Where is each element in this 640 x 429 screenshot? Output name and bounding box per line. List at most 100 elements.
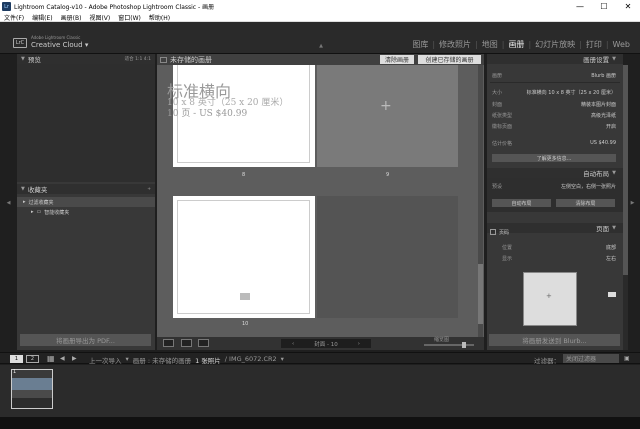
filmstrip (0, 365, 640, 417)
logo-page-value: 开启 (605, 124, 616, 130)
add-photo-icon: + (546, 292, 552, 300)
size-row[interactable]: 大小 标准横向 10 x 8 英寸（25 x 20 厘米） (492, 89, 616, 96)
thumbnail-number: 1 (13, 369, 17, 375)
display-label: 显示 (502, 256, 513, 262)
folder-icon: ▭ (36, 209, 42, 215)
module-map[interactable]: 地图 (478, 39, 502, 50)
menu-book[interactable]: 画册(B) (57, 13, 86, 22)
collections-panel-header[interactable]: ▼ 收藏夹 + (17, 184, 155, 194)
module-book[interactable]: 画册 (504, 39, 528, 50)
cover-row[interactable]: 封面 精装本图片封面 (492, 101, 616, 108)
page-number-label: 页码 (499, 230, 510, 236)
maximize-button[interactable]: ☐ (592, 0, 616, 13)
multi-page-view-icon[interactable] (163, 339, 174, 347)
paper-type-label: 纸张类型 (492, 113, 513, 119)
forward-arrow-icon[interactable]: ▶ (72, 355, 77, 362)
export-pdf-button[interactable]: 将画册导出为 PDF... (20, 334, 151, 346)
brand-name: Creative Cloud (31, 41, 83, 49)
primary-display-button[interactable]: 1 (10, 355, 23, 363)
preset-value: 左侧空白，右侧一张照片 (560, 184, 616, 190)
collapse-triangle-icon: ▼ (612, 225, 616, 231)
prev-page-icon[interactable]: ‹ (292, 341, 294, 347)
auto-layout-header[interactable]: 自动布局 ▼ (487, 168, 623, 178)
zoom-options[interactable]: 适合 1:1 4:1 (125, 56, 151, 62)
page-navigator[interactable]: ‹ 封面 - 10 › (281, 339, 371, 348)
filmstrip-thumbnail[interactable] (11, 369, 53, 409)
brand-line-2[interactable]: Creative Cloud ▾ (31, 41, 88, 49)
collections-title: 收藏夹 (27, 186, 48, 194)
preview-panel-header[interactable]: ▼ 预览 适合 1:1 4:1 (17, 54, 155, 64)
clear-book-button[interactable]: 清除画册 (380, 55, 414, 64)
book-icon (160, 57, 167, 63)
module-web[interactable]: Web (609, 40, 634, 49)
collapse-triangle-icon: ▼ (21, 186, 25, 192)
module-print[interactable]: 打印 (582, 39, 606, 50)
lock-icon[interactable]: ▣ (624, 355, 630, 362)
logo-page-row[interactable]: 徽标页面 开启 (492, 123, 616, 130)
minimize-button[interactable]: — (568, 0, 592, 13)
menu-window[interactable]: 窗口(W) (114, 13, 145, 22)
top-panel-toggle-icon[interactable]: ▲ (316, 43, 326, 49)
preview-area (17, 64, 155, 182)
cover-label: 封面 (492, 102, 503, 108)
lightroom-app-icon: Lr (2, 2, 11, 11)
lrc-logo: LrC (13, 38, 27, 48)
module-library[interactable]: 图库 (408, 39, 432, 50)
menu-file[interactable]: 文件(F) (0, 13, 28, 22)
menu-edit[interactable]: 编辑(E) (28, 13, 56, 22)
page-nav-label: 封面 - 10 (314, 341, 338, 348)
filter-dropdown[interactable]: 关闭过滤器 (563, 354, 619, 363)
menu-help[interactable]: 帮助(H) (145, 13, 174, 22)
book-page-9[interactable] (317, 65, 458, 167)
single-page-view-icon[interactable] (198, 339, 209, 347)
right-panel-toggle-icon[interactable]: ▶ (630, 198, 635, 208)
thumbnail-size-slider[interactable] (424, 344, 474, 346)
auto-layout-button[interactable]: 自动布局 (492, 199, 551, 207)
module-develop[interactable]: 修改照片 (435, 39, 475, 50)
display-row[interactable]: 显示 左右 (492, 255, 616, 262)
page-number-checkbox[interactable] (490, 229, 496, 235)
back-cover-page[interactable] (317, 196, 458, 318)
size-value: 标准横向 10 x 8 英寸（25 x 20 厘米） (526, 90, 616, 96)
layout-menu-icon[interactable] (608, 292, 616, 297)
window-title-bar: Lr Lightroom Catalog-v10 - Adobe Photosh… (0, 0, 640, 13)
preset-row[interactable]: 预设 左侧空白，右侧一张照片 (492, 183, 616, 190)
module-slideshow[interactable]: 幻灯片放映 (531, 39, 579, 50)
blurb-logo-icon (240, 293, 250, 300)
left-panel: ▼ 预览 适合 1:1 4:1 ▼ 收藏夹 + ▸ 过滤收藏夹 ▸ ▭ 智能收藏… (17, 54, 155, 350)
module-picker: 图库 | 修改照片 | 地图 | 画册 | 幻灯片放映 | 打印 | Web (408, 39, 634, 50)
secondary-display-button[interactable]: 2 (26, 355, 39, 363)
search-icon: ▸ (23, 199, 26, 205)
book-settings-header[interactable]: 画册设置 ▼ (487, 54, 623, 64)
logo-page-label: 徽标页面 (492, 124, 513, 130)
page-number-10: 10 (242, 321, 249, 327)
filter-collections-row[interactable]: ▸ 过滤收藏夹 (17, 197, 155, 207)
bottom-edge (0, 417, 640, 429)
spread-view-icon[interactable] (181, 339, 192, 347)
smart-collections-row[interactable]: ▸ ▭ 智能收藏夹 (17, 207, 155, 217)
filmstrip-source[interactable]: 上一次导入 ▾ 画册 : 未存储的画册 1 张照片 / IMG_6072.CR2… (89, 355, 284, 365)
scrollbar-thumb[interactable] (478, 264, 483, 324)
smart-collections-label: 智能收藏夹 (44, 209, 70, 216)
grid-view-icon[interactable]: ▦ (47, 354, 55, 363)
position-row[interactable]: 位置 底部 (492, 244, 616, 251)
clear-layout-button[interactable]: 清除布局 (556, 199, 615, 207)
create-saved-book-button[interactable]: 创建已存储的画册 (418, 55, 481, 64)
book-path: 画册 : 未存储的画册 (132, 357, 192, 365)
page-number-8: 8 (242, 172, 246, 178)
back-arrow-icon[interactable]: ◀ (60, 355, 65, 362)
learn-more-button[interactable]: 了解更多信息... (492, 154, 616, 162)
next-page-icon[interactable]: › (358, 341, 360, 347)
add-photo-icon: + (380, 98, 392, 114)
book-type-row[interactable]: 画册 Blurb 画册 (492, 72, 616, 79)
menu-view[interactable]: 视图(V) (85, 13, 114, 22)
paper-type-row[interactable]: 纸张类型 高级光泽纸 (492, 112, 616, 119)
close-button[interactable]: ✕ (616, 0, 640, 13)
book-type-value: Blurb 画册 (591, 73, 616, 79)
slider-handle[interactable] (462, 342, 466, 348)
paper-type-value: 高级光泽纸 (590, 113, 616, 119)
right-scrollbar-thumb[interactable] (623, 65, 628, 275)
left-panel-toggle-icon[interactable]: ◀ (6, 198, 11, 208)
send-to-blurb-button[interactable]: 将画册发送到 Blurb... (489, 334, 620, 346)
add-collection-icon[interactable]: + (147, 187, 151, 192)
